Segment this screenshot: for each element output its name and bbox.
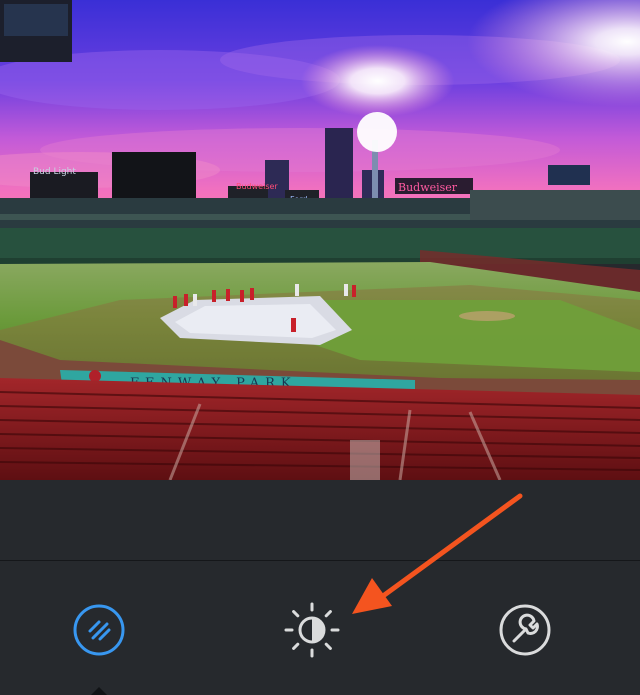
budweiser-sign: Budweiser (398, 181, 458, 194)
ticker-sign: Budweiser (236, 182, 278, 191)
bud-light-sign: Bud Light (33, 167, 76, 177)
photo-preview: Budweiser Bud Light Ford Budweiser (0, 0, 640, 480)
wrench-tool-button[interactable] (495, 600, 555, 660)
filter-icon (73, 604, 125, 656)
brightness-icon (284, 602, 340, 658)
active-tab-indicator (91, 687, 107, 695)
panel-divider (0, 560, 640, 561)
edit-panel (0, 480, 640, 695)
stadium-photo: Budweiser Bud Light Ford Budweiser (0, 0, 640, 480)
wrench-icon (499, 604, 551, 656)
filter-tool-button[interactable] (69, 600, 129, 660)
brightness-tool-button[interactable] (282, 600, 342, 660)
